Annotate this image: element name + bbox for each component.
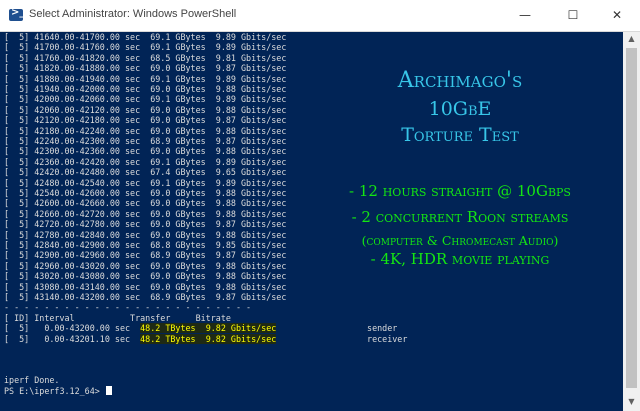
command-prompt[interactable]: PS E:\iperf3.12_64> xyxy=(4,385,112,396)
console-line: [ 5] 41640.00-41700.00 sec 69.1 GBytes 9… xyxy=(4,32,287,42)
maximize-button[interactable]: ☐ xyxy=(550,0,596,31)
overlay-subtitle-torture-test: Torture Test xyxy=(401,124,519,146)
console-line: [ 5] 42900.00-42960.00 sec 68.9 GBytes 9… xyxy=(4,250,287,261)
title-bar[interactable]: >_ Select Administrator: Windows PowerSh… xyxy=(0,0,640,32)
console-line: [ 5] 42420.00-42480.00 sec 67.4 GBytes 9… xyxy=(4,167,287,178)
console-line: [ 5] 42540.00-42600.00 sec 69.0 GBytes 9… xyxy=(4,188,287,198)
overlay-subtitle-10gbe: 10GbE xyxy=(428,98,492,120)
iperf-done-text: iperf Done. xyxy=(4,375,60,386)
console-line: [ 5] 41700.00-41760.00 sec 69.1 GBytes 9… xyxy=(4,42,287,53)
console-line: [ 5] 41760.00-41820.00 sec 68.5 GBytes 9… xyxy=(4,52,287,63)
scroll-down-arrow-icon[interactable]: ▼ xyxy=(623,395,640,409)
console-line: [ 5] 41880.00-41940.00 sec 69.1 GBytes 9… xyxy=(4,73,287,84)
overlay-title: Archimago's xyxy=(397,68,523,93)
overlay-bullet-movie: - 4K, HDR movie playing xyxy=(370,250,550,268)
minimize-button[interactable]: — xyxy=(502,0,548,31)
sender-transfer-highlight: 48.2 TBytes 9.82 Gbits/sec xyxy=(140,323,277,334)
summary-row-receiver: [ 5] 0.00-43201.10 sec 48.2 TBytes 9.82 … xyxy=(4,333,408,344)
console-line: [ 5] 42600.00-42660.00 sec 69.0 GBytes 9… xyxy=(4,198,287,209)
console-line: [ 5] 43140.00-43200.00 sec 68.9 GBytes 9… xyxy=(4,292,287,302)
console-line: [ 5] 42240.00-42300.00 sec 68.9 GBytes 9… xyxy=(4,136,287,146)
console-line: [ 5] 42840.00-42900.00 sec 68.8 GBytes 9… xyxy=(4,240,287,250)
console-line: [ 5] 43020.00-43080.00 sec 69.0 GBytes 9… xyxy=(4,271,287,282)
summary-header: [ ID] Interval Transfer Bitrate xyxy=(4,312,231,323)
separator-line: - - - - - - - - - - - - - - - - - - - - … xyxy=(4,302,252,313)
console-line: [ 5] 42120.00-42180.00 sec 69.0 GBytes 9… xyxy=(4,115,287,126)
console-line: [ 5] 42960.00-43020.00 sec 69.0 GBytes 9… xyxy=(4,260,287,271)
text-cursor xyxy=(105,385,112,395)
close-button[interactable]: ✕ xyxy=(594,0,640,31)
receiver-transfer-highlight: 48.2 TBytes 9.82 Gbits/sec xyxy=(140,333,277,344)
console-line: [ 5] 42000.00-42060.00 sec 69.1 GBytes 9… xyxy=(4,94,287,105)
vertical-scrollbar[interactable]: ▲ ▼ xyxy=(623,32,640,411)
prompt-text: PS E:\iperf3.12_64> xyxy=(4,385,105,396)
overlay-bullet-roon: - 2 concurrent Roon streams xyxy=(351,208,569,226)
window-title: Select Administrator: Windows PowerShell xyxy=(29,8,237,20)
scroll-up-arrow-icon[interactable]: ▲ xyxy=(623,32,640,46)
console-line: [ 5] 42060.00-42120.00 sec 69.0 GBytes 9… xyxy=(4,104,287,115)
console-line: [ 5] 42180.00-42240.00 sec 69.0 GBytes 9… xyxy=(4,125,287,136)
console-line: [ 5] 42660.00-42720.00 sec 69.0 GBytes 9… xyxy=(4,208,287,219)
console-line: [ 5] 42780.00-42840.00 sec 69.0 GBytes 9… xyxy=(4,229,287,240)
console-line: [ 5] 42300.00-42360.00 sec 69.0 GBytes 9… xyxy=(4,146,287,157)
powershell-window: >_ Select Administrator: Windows PowerSh… xyxy=(0,0,640,411)
console-line: [ 5] 43080.00-43140.00 sec 69.0 GBytes 9… xyxy=(4,281,287,292)
console-line: [ 5] 41820.00-41880.00 sec 69.0 GBytes 9… xyxy=(4,63,287,74)
console-line: [ 5] 42720.00-42780.00 sec 69.0 GBytes 9… xyxy=(4,219,287,230)
overlay-bullet-roon-detail: (computer & Chromecast Audio) xyxy=(361,233,559,248)
console-line: [ 5] 42360.00-42420.00 sec 69.1 GBytes 9… xyxy=(4,156,287,167)
overlay-bullet-hours: - 12 hours straight @ 10Gbps xyxy=(349,182,571,200)
powershell-icon: >_ xyxy=(9,7,24,21)
console-line: [ 5] 41940.00-42000.00 sec 69.0 GBytes 9… xyxy=(4,84,287,94)
console-line: [ 5] 42480.00-42540.00 sec 69.1 GBytes 9… xyxy=(4,177,287,188)
summary-row-sender: [ 5] 0.00-43200.00 sec 48.2 TBytes 9.82 … xyxy=(4,323,398,334)
scrollbar-thumb[interactable] xyxy=(626,48,637,388)
